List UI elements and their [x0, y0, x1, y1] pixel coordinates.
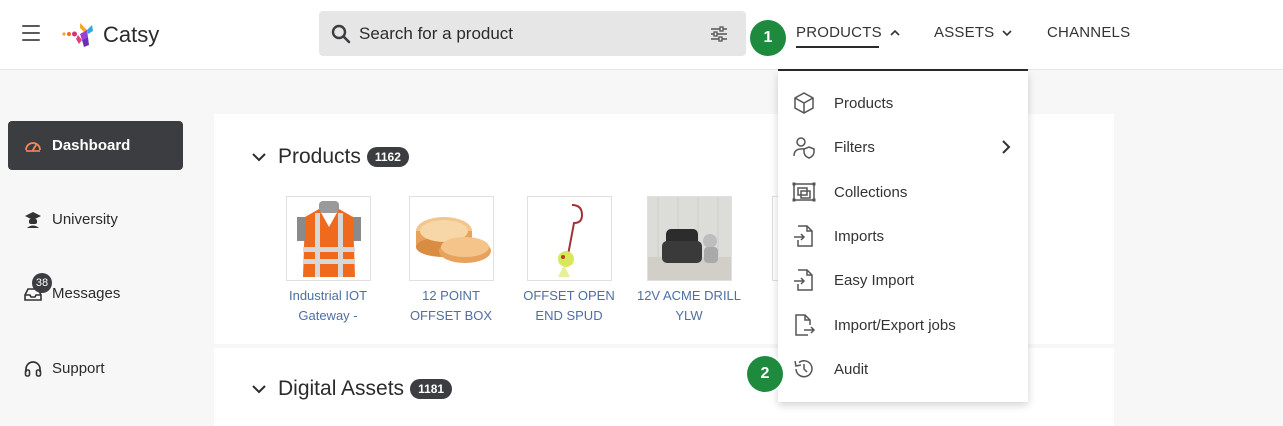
products-section-header[interactable]: Products 1162 [252, 145, 409, 169]
search-icon [331, 24, 351, 44]
catsy-logo-icon[interactable] [62, 19, 96, 49]
sidebar-item-label: Messages [52, 285, 121, 302]
top-bar: Catsy 1 PRODUCTS ASSETS CHANNELS [0, 0, 1283, 71]
headset-icon [24, 360, 42, 377]
filter-settings-icon[interactable] [710, 25, 728, 43]
product-thumbnail [526, 196, 612, 281]
product-name-line1: 12 POINT [422, 288, 480, 303]
nav-assets[interactable]: ASSETS [934, 24, 1012, 41]
nav-channels[interactable]: CHANNELS [1047, 24, 1130, 41]
graduation-icon [25, 211, 41, 228]
product-thumbnail [646, 196, 732, 281]
product-name-line2: OFFSET BOX [409, 308, 493, 323]
product-name-line1: 12V ACME DRILL [636, 288, 742, 303]
collection-icon [792, 182, 816, 202]
products-section-title: Products [278, 145, 361, 168]
menu-item-label: Audit [834, 360, 869, 378]
menu-item-label: Filters [834, 138, 875, 156]
menu-item-import-export-jobs[interactable]: Import/Export jobs [778, 305, 1028, 345]
sidebar-item-label: Support [52, 360, 105, 377]
chevron-up-icon [890, 29, 900, 36]
product-card[interactable]: Industrial IOT Gateway - [268, 196, 388, 326]
menu-item-filters[interactable]: Filters [778, 127, 1028, 167]
chevron-down-icon [252, 153, 266, 162]
menu-item-products[interactable]: Products [778, 83, 1028, 123]
nav-products-label: PRODUCTS [796, 24, 882, 41]
step-badge-1: 1 [750, 20, 786, 56]
product-name[interactable]: 12V ACME DRILL YLW [629, 286, 749, 326]
fishing-jig-image [527, 197, 611, 280]
products-count-badge: 1162 [366, 147, 409, 167]
baking-box-image [409, 197, 493, 280]
product-name-line2: YLW [675, 308, 703, 323]
product-card[interactable]: 12V ACME DRILL YLW [629, 196, 749, 326]
room-chair-image [647, 197, 731, 280]
menu-item-imports[interactable]: Imports [778, 216, 1028, 256]
product-name[interactable]: OFFSET OPEN END SPUD [509, 286, 629, 326]
speedometer-icon [25, 141, 41, 152]
digital-assets-count-badge: 1181 [410, 379, 453, 399]
sidebar-item-label: University [52, 211, 118, 228]
product-name-line2: Gateway - [298, 308, 358, 323]
safety-vest-image [286, 197, 370, 280]
menu-item-label: Products [834, 94, 894, 112]
digital-assets-section-title: Digital Assets [278, 377, 405, 400]
file-import-icon [794, 269, 813, 291]
cube-icon [794, 92, 814, 114]
product-name[interactable]: 12 POINT OFFSET BOX [391, 286, 511, 326]
products-dropdown-menu: Products Filters Collections Imports Eas… [778, 71, 1028, 402]
nav-channels-label: CHANNELS [1047, 24, 1131, 41]
menu-item-easy-import[interactable]: Easy Import [778, 260, 1028, 300]
product-name[interactable]: Industrial IOT Gateway - [268, 286, 388, 326]
menu-item-label: Collections [834, 183, 908, 201]
file-import-icon [794, 225, 813, 247]
product-name-line2: END SPUD [535, 308, 603, 323]
product-thumbnail [285, 196, 371, 281]
digital-assets-section-header[interactable]: Digital Assets 1181 [252, 377, 453, 401]
product-thumbnail [408, 196, 494, 281]
product-name-line1: Industrial IOT [288, 288, 368, 303]
search-bar[interactable] [319, 11, 746, 56]
user-shield-icon [793, 137, 815, 159]
messages-count-badge: 38 [32, 272, 52, 293]
menu-item-label: Easy Import [834, 271, 915, 289]
nav-products[interactable]: PRODUCTS [796, 24, 900, 48]
history-icon [794, 360, 813, 378]
product-name-line1: OFFSET OPEN [523, 288, 615, 303]
product-card[interactable]: 12 POINT OFFSET BOX [391, 196, 511, 326]
step-badge-2: 2 [747, 356, 783, 392]
chevron-down-icon [1002, 29, 1012, 36]
menu-item-label: Imports [834, 227, 885, 245]
file-export-icon [795, 314, 816, 336]
sidebar-item-label: Dashboard [52, 137, 131, 154]
menu-item-audit[interactable]: Audit [778, 349, 1028, 389]
nav-products-underline [796, 46, 879, 48]
search-input[interactable] [359, 11, 699, 56]
app-name: Catsy [103, 22, 160, 47]
sidebar-item-dashboard[interactable]: Dashboard [8, 121, 183, 170]
menu-icon[interactable] [22, 25, 40, 41]
sidebar-item-university[interactable]: University [8, 195, 183, 244]
chevron-right-icon [1002, 140, 1011, 154]
nav-assets-label: ASSETS [934, 24, 995, 41]
sidebar-item-support[interactable]: Support [8, 344, 183, 393]
product-card[interactable]: OFFSET OPEN END SPUD [509, 196, 629, 326]
sidebar-item-messages[interactable]: 38 Messages [8, 269, 183, 318]
menu-item-label: Import/Export jobs [834, 316, 956, 334]
inbox-icon-wrap: 38 [24, 272, 52, 303]
chevron-down-icon [252, 385, 266, 394]
menu-item-collections[interactable]: Collections [778, 172, 1028, 212]
